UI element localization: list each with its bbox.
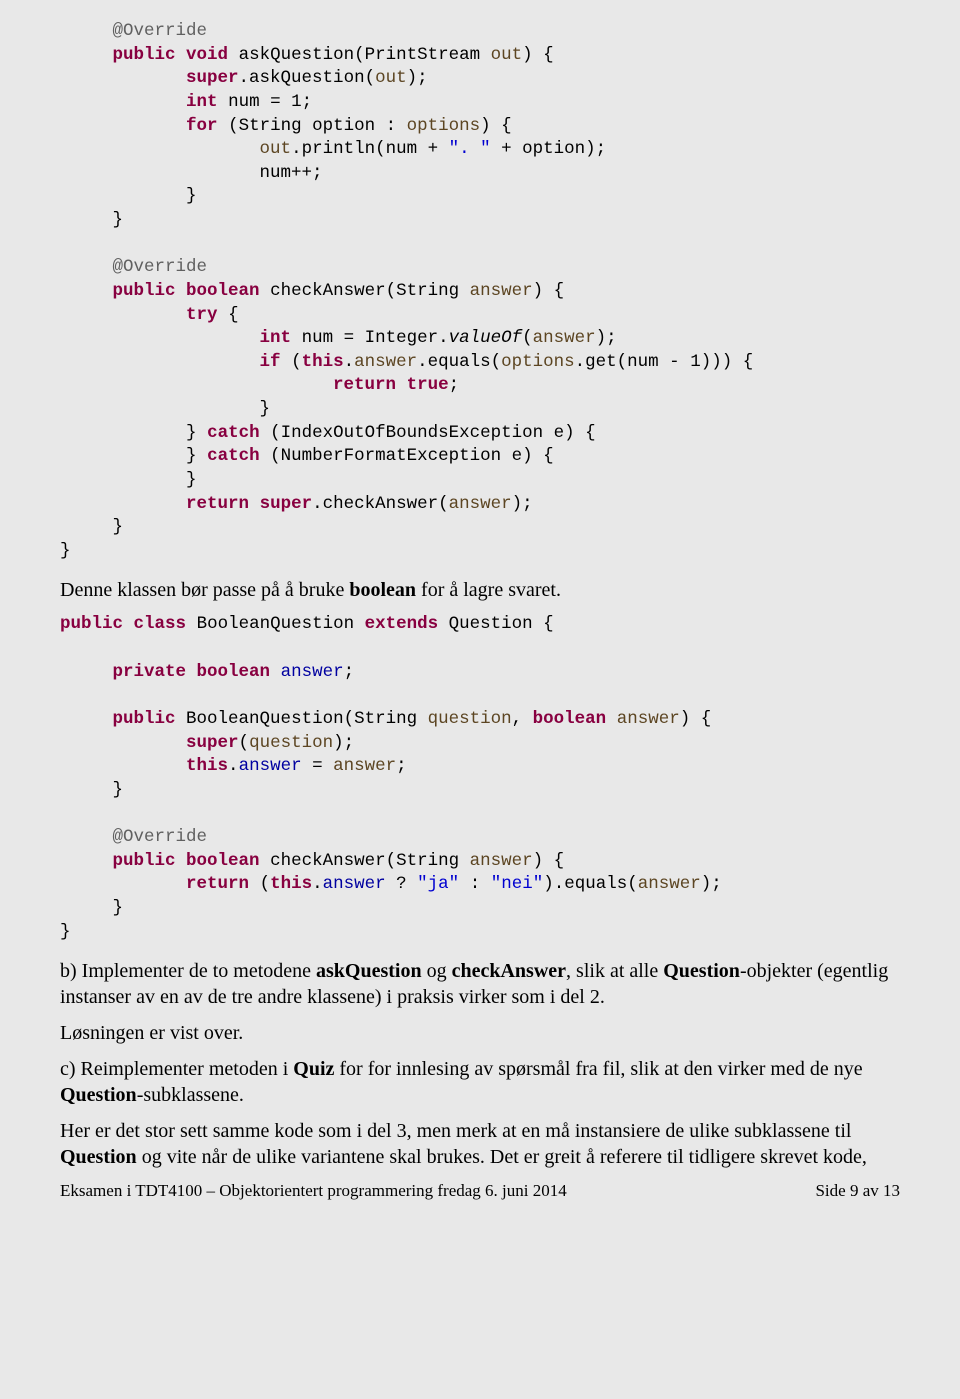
answer-text: Her er det stor sett samme kode som i de… bbox=[60, 1118, 900, 1170]
footer-left: Eksamen i TDT4100 – Objektorientert prog… bbox=[60, 1180, 567, 1203]
page-footer: Eksamen i TDT4100 – Objektorientert prog… bbox=[60, 1180, 900, 1203]
question-c: c) Reimplementer metoden i Quiz for for … bbox=[60, 1056, 900, 1108]
question-b: b) Implementer de to metodene askQuestio… bbox=[60, 958, 900, 1010]
answer-note: Løsningen er vist over. bbox=[60, 1020, 900, 1046]
code-block-1: @Override public void askQuestion(PrintS… bbox=[60, 20, 900, 563]
code-block-2: public class BooleanQuestion extends Que… bbox=[60, 613, 900, 944]
page-number: Side 9 av 13 bbox=[815, 1180, 900, 1203]
paragraph-description-1: Denne klassen bør passe på å bruke boole… bbox=[60, 577, 900, 603]
